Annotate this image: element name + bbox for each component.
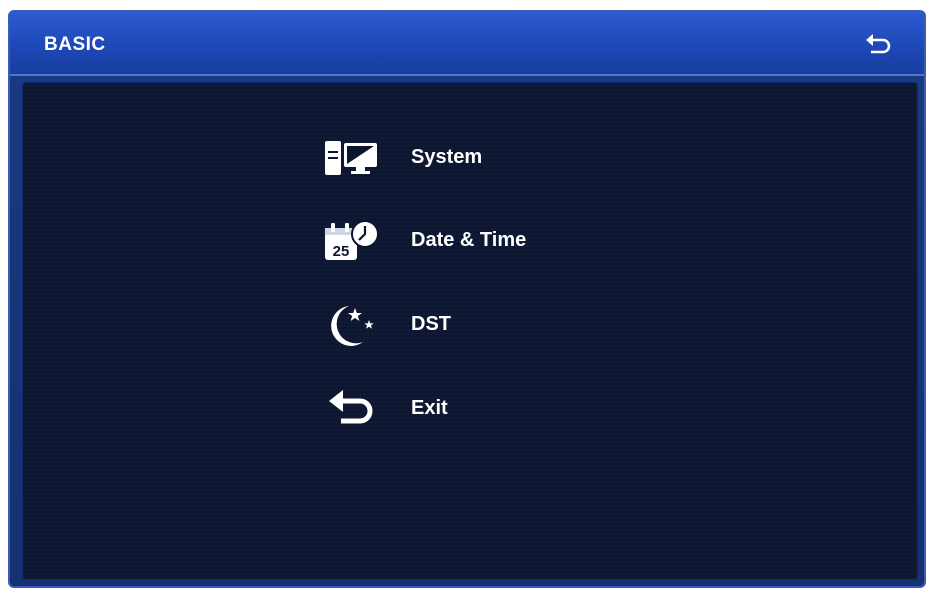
moon-stars-icon	[331, 306, 374, 346]
back-arrow-icon	[866, 34, 891, 54]
menu-panel: System 25 Date & Time DST Exit	[22, 82, 918, 580]
page-title: BASIC	[44, 34, 106, 55]
menu-item-system-label: System	[411, 146, 483, 168]
basic-window: BASIC System 25 Date & Time DST Exit	[8, 10, 926, 588]
menu-item-dst-label: DST	[411, 313, 451, 335]
menu-item-system[interactable]: System	[323, 135, 643, 181]
menu-item-dst[interactable]: DST	[323, 302, 643, 348]
menu-item-exit[interactable]: Exit	[323, 386, 643, 432]
back-button[interactable]	[864, 32, 894, 58]
title-bar: BASIC	[10, 12, 924, 76]
menu-item-date-time-label: Date & Time	[411, 229, 527, 251]
calendar-day-text: 25	[333, 243, 350, 260]
menu-item-date-time[interactable]: 25 Date & Time	[323, 218, 643, 264]
computer-icon	[325, 141, 377, 175]
menu-item-exit-label: Exit	[411, 397, 448, 419]
calendar-clock-icon: 25	[325, 220, 379, 260]
back-arrow-icon	[329, 390, 373, 424]
